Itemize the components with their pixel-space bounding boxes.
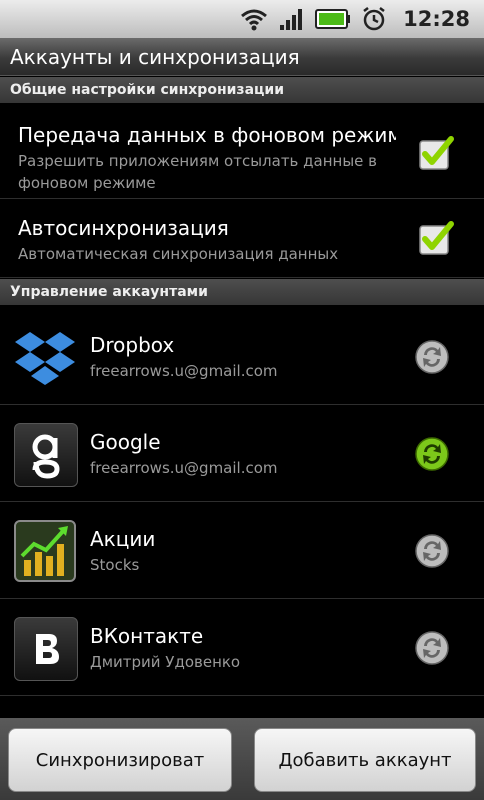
account-name: Акции [90, 527, 156, 551]
sync-active-icon [415, 437, 449, 471]
setting-title: Автосинхронизация [18, 216, 229, 240]
sync-inactive-icon [415, 631, 449, 665]
screen-title-bar: Аккаунты и синхронизация [0, 38, 484, 76]
stocks-icon [14, 520, 76, 582]
setting-summary: Разрешить приложениям отсылать данные в … [18, 152, 378, 192]
setting-title: Передача данных в фоновом режиме [18, 123, 396, 147]
section-header-accounts: Управление аккаунтами [0, 279, 484, 305]
alarm-icon [363, 7, 385, 31]
section-header-general: Общие настройки синхронизации [0, 77, 484, 103]
setting-summary: Автоматическая синхронизация данных [18, 245, 339, 263]
account-email: freearrows.u@gmail.com [90, 459, 278, 477]
auto-sync-checkbox[interactable] [418, 220, 454, 256]
account-name: Google [90, 430, 161, 454]
signal-icon [280, 9, 303, 30]
battery-icon [315, 9, 351, 29]
status-clock: 12:28 [403, 7, 470, 31]
vkontakte-icon [14, 617, 78, 681]
bottom-button-bar: Синхронизироват Добавить аккаунт [0, 718, 484, 800]
account-email: freearrows.u@gmail.com [90, 362, 278, 380]
sync-inactive-icon [415, 534, 449, 568]
account-row-vkontakte[interactable]: ВКонтакте Дмитрий Удовенко [0, 600, 484, 696]
dropbox-icon [14, 326, 76, 388]
status-bar: 12:28 [0, 0, 484, 38]
sync-now-button[interactable]: Синхронизироват [8, 728, 232, 792]
account-row-google[interactable]: Google freearrows.u@gmail.com [0, 406, 484, 502]
section-header-label: Управление аккаунтами [10, 284, 208, 300]
sync-inactive-icon [415, 340, 449, 374]
account-row-stocks[interactable]: Акции Stocks [0, 503, 484, 599]
account-sub: Stocks [90, 556, 140, 574]
setting-background-data[interactable]: Передача данных в фоновом режиме Разреши… [0, 103, 484, 199]
background-data-checkbox[interactable] [418, 135, 454, 171]
account-sub: Дмитрий Удовенко [90, 653, 241, 671]
account-name: Dropbox [90, 333, 175, 357]
wifi-icon [241, 9, 268, 31]
add-account-button[interactable]: Добавить аккаунт [254, 728, 476, 792]
setting-auto-sync[interactable]: Автосинхронизация Автоматическая синхрон… [0, 200, 484, 278]
section-header-label: Общие настройки синхронизации [10, 82, 285, 98]
screen-title: Аккаунты и синхронизация [10, 44, 300, 69]
google-icon [14, 423, 78, 487]
account-name: ВКонтакте [90, 624, 204, 648]
account-row-dropbox[interactable]: Dropbox freearrows.u@gmail.com [0, 309, 484, 405]
